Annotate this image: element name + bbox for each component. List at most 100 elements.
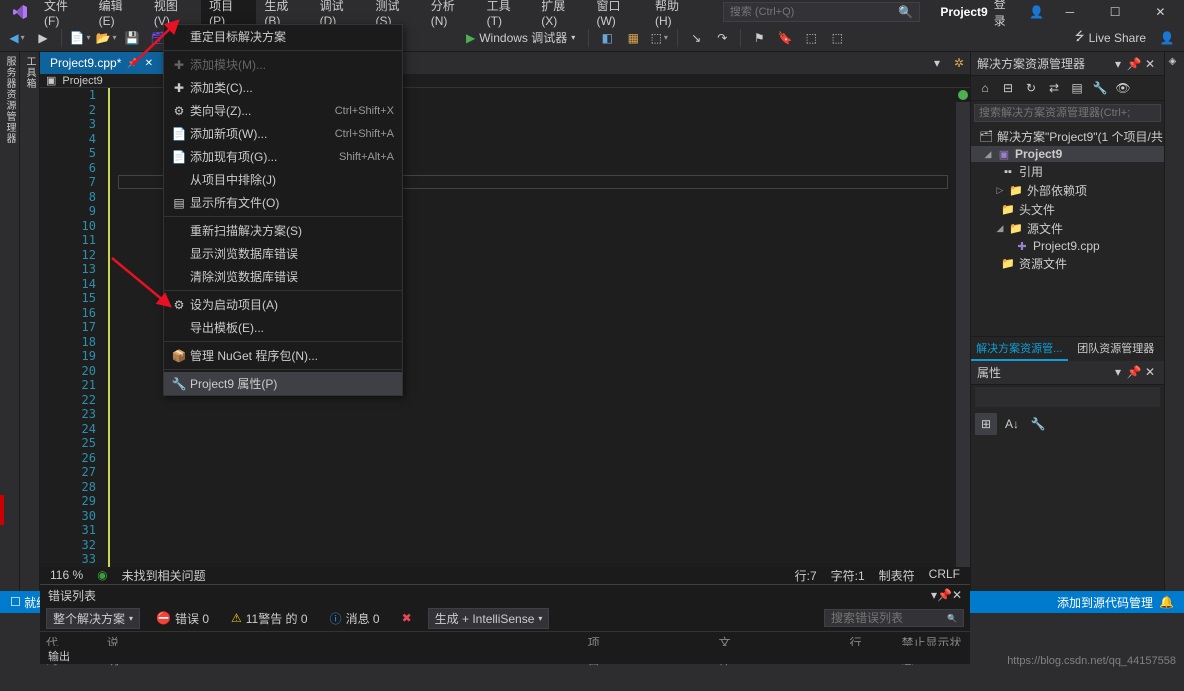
menu-add-class[interactable]: ✚添加类(C)...	[164, 76, 402, 99]
menu-clear-db-errors[interactable]: 清除浏览数据库错误	[164, 265, 402, 288]
tab-team-explorer[interactable]: 团队资源管理器	[1068, 337, 1165, 361]
save-button[interactable]: 💾	[121, 27, 143, 49]
warnings-filter[interactable]: ⚠11警告 的 0	[225, 609, 314, 628]
search-icon: 🔍	[898, 5, 913, 19]
menu-class-wizard[interactable]: ⚙类向导(Z)...Ctrl+Shift+X	[164, 99, 402, 122]
zoom-level[interactable]: 116 %	[50, 568, 83, 582]
menu-show-all[interactable]: ▤显示所有文件(O)	[164, 191, 402, 214]
props-menu-button[interactable]: ▾	[1110, 365, 1126, 379]
issues-text: 未找到相关问题	[122, 567, 206, 584]
feedback-button[interactable]: 👤	[1156, 27, 1178, 49]
solution-sync-button[interactable]: ⇄	[1044, 79, 1064, 97]
props-selector[interactable]	[975, 387, 1160, 407]
menu-retarget[interactable]: 重定目标解决方案	[164, 25, 402, 48]
panel-pin-button[interactable]: 📌	[1126, 57, 1142, 71]
properties-title: 属性	[977, 364, 1001, 381]
panel-menu-button[interactable]: ▾	[1110, 57, 1126, 71]
toolbox-tab[interactable]: 工具箱	[20, 52, 40, 591]
minimize-button[interactable]: ─	[1050, 0, 1089, 24]
tree-sources[interactable]: ◢📁源文件	[971, 219, 1164, 238]
panel-close-button[interactable]: ✕	[952, 588, 962, 602]
menu-show-db-errors[interactable]: 显示浏览数据库错误	[164, 242, 402, 265]
live-share-icon: ⭍	[1075, 27, 1085, 48]
tree-external[interactable]: ▷📁外部依赖项	[971, 181, 1164, 200]
user-icon[interactable]: 👤	[1029, 5, 1044, 19]
solution-refresh-button[interactable]: ↻	[1021, 79, 1041, 97]
maximize-button[interactable]: ☐	[1095, 0, 1134, 24]
editor-scrollbar[interactable]: ▴	[956, 88, 970, 567]
solution-showall-button[interactable]: ▤	[1067, 79, 1087, 97]
solution-explorer-title: 解决方案资源管理器	[977, 55, 1085, 72]
solution-collapse-button[interactable]: ⊟	[998, 79, 1018, 97]
status-source-control[interactable]: 添加到源代码管理	[1057, 594, 1153, 611]
status-ready-icon: ☐	[10, 595, 21, 609]
tree-headers[interactable]: 📁头文件	[971, 200, 1164, 219]
live-share-button[interactable]: ⭍ Live Share	[1069, 25, 1152, 50]
toolbar-bookmark-icon[interactable]: 🔖	[774, 27, 796, 49]
menu-exclude[interactable]: 从项目中排除(J)	[164, 168, 402, 191]
toolbar-misc-icon[interactable]: ⬚	[800, 27, 822, 49]
panel-pin-button[interactable]: 📌	[937, 588, 952, 602]
tree-solution-root[interactable]: 🗂 解决方案"Project9"(1 个项目/共	[971, 127, 1164, 146]
cursor-char: 字符:1	[831, 567, 865, 584]
intelli-dropdown[interactable]: 生成 + IntelliSense▾	[428, 608, 550, 629]
solution-name: Project9	[940, 5, 987, 19]
output-panel-title[interactable]: 输出	[40, 646, 970, 664]
nav-back-button[interactable]: ◀	[6, 27, 28, 49]
new-project-button[interactable]: 📄	[69, 27, 91, 49]
toolbar-flag-icon[interactable]: ⚑	[748, 27, 770, 49]
step-in-button[interactable]: ↘	[685, 27, 707, 49]
indent-mode: 制表符	[879, 567, 915, 584]
menu-set-startup[interactable]: ⚙设为启动项目(A)	[164, 293, 402, 316]
menu-add-module: ✚添加模块(M)...	[164, 53, 402, 76]
document-tab[interactable]: Project9.cpp* 📌 ✕	[40, 52, 163, 74]
scope-name[interactable]: Project9	[62, 75, 102, 87]
tab-overflow-button[interactable]: ▾	[926, 52, 948, 74]
open-button[interactable]: 📂	[95, 27, 117, 49]
close-button[interactable]: ✕	[1141, 0, 1180, 24]
menu-rescan[interactable]: 重新扫描解决方案(S)	[164, 219, 402, 242]
props-close-button[interactable]: ✕	[1142, 365, 1158, 379]
line-gutter: 1234567891011121314151617181920212223242…	[40, 88, 110, 567]
toolbar-misc2-icon[interactable]: ⬚	[826, 27, 848, 49]
props-alpha-button[interactable]: A↓	[1001, 413, 1023, 435]
props-pin-button[interactable]: 📌	[1126, 365, 1142, 379]
login-link[interactable]: 登录	[988, 0, 1024, 31]
search-input[interactable]	[730, 6, 899, 18]
step-over-button[interactable]: ↷	[711, 27, 733, 49]
props-categorized-button[interactable]: ⊞	[975, 413, 997, 435]
menu-export-template[interactable]: 导出模板(E)...	[164, 316, 402, 339]
tree-references[interactable]: ▪▪引用	[971, 162, 1164, 181]
quick-search[interactable]: 🔍	[723, 2, 920, 22]
menu-add-new-item[interactable]: 📄添加新项(W)...Ctrl+Shift+A	[164, 122, 402, 145]
solution-properties-button[interactable]: 🔧	[1090, 79, 1110, 97]
solution-home-button[interactable]: ⌂	[975, 79, 995, 97]
tab-settings-button[interactable]: ✲	[948, 52, 970, 74]
solution-preview-button[interactable]: 👁	[1113, 79, 1133, 97]
menu-project-properties[interactable]: 🔧Project9 属性(P)	[164, 372, 402, 395]
tree-cpp-file[interactable]: ✚Project9.cpp	[971, 238, 1164, 254]
error-search[interactable]: 🔍	[824, 609, 964, 627]
menu-add-existing-item[interactable]: 📄添加现有项(G)...Shift+Alt+A	[164, 145, 402, 168]
tree-resources[interactable]: 📁资源文件	[971, 254, 1164, 273]
messages-filter[interactable]: ⓘ消息 0	[324, 609, 386, 628]
menu-nuget[interactable]: 📦管理 NuGet 程序包(N)...	[164, 344, 402, 367]
error-scope-dropdown[interactable]: 整个解决方案▾	[46, 608, 140, 629]
solution-search-input[interactable]	[974, 104, 1161, 122]
nav-fwd-button[interactable]: ▶	[32, 27, 54, 49]
build-filter[interactable]: ✖	[396, 610, 418, 626]
watermark: https://blog.csdn.net/qq_44157558	[1007, 655, 1176, 667]
notification-icon[interactable]: 🔔	[1159, 595, 1174, 609]
toolbar-icon-3[interactable]: ⬚	[648, 27, 670, 49]
panel-close-button[interactable]: ✕	[1142, 57, 1158, 71]
tab-close-icon[interactable]: ✕	[145, 58, 153, 69]
tab-solution-explorer[interactable]: 解决方案资源管...	[971, 337, 1068, 361]
toolbar-icon-2[interactable]: ▦	[622, 27, 644, 49]
props-wrench-button[interactable]: 🔧	[1027, 413, 1049, 435]
errors-filter[interactable]: ⛔错误 0	[150, 609, 215, 628]
debug-target-dropdown[interactable]: ▶ Windows 调试器 ▾	[460, 27, 581, 48]
toolbar-icon-1[interactable]: ◧	[596, 27, 618, 49]
pin-icon[interactable]: 📌	[127, 58, 138, 69]
right-vtab[interactable]: ◈	[1164, 52, 1184, 591]
tree-project[interactable]: ◢▣ Project9	[971, 146, 1164, 162]
